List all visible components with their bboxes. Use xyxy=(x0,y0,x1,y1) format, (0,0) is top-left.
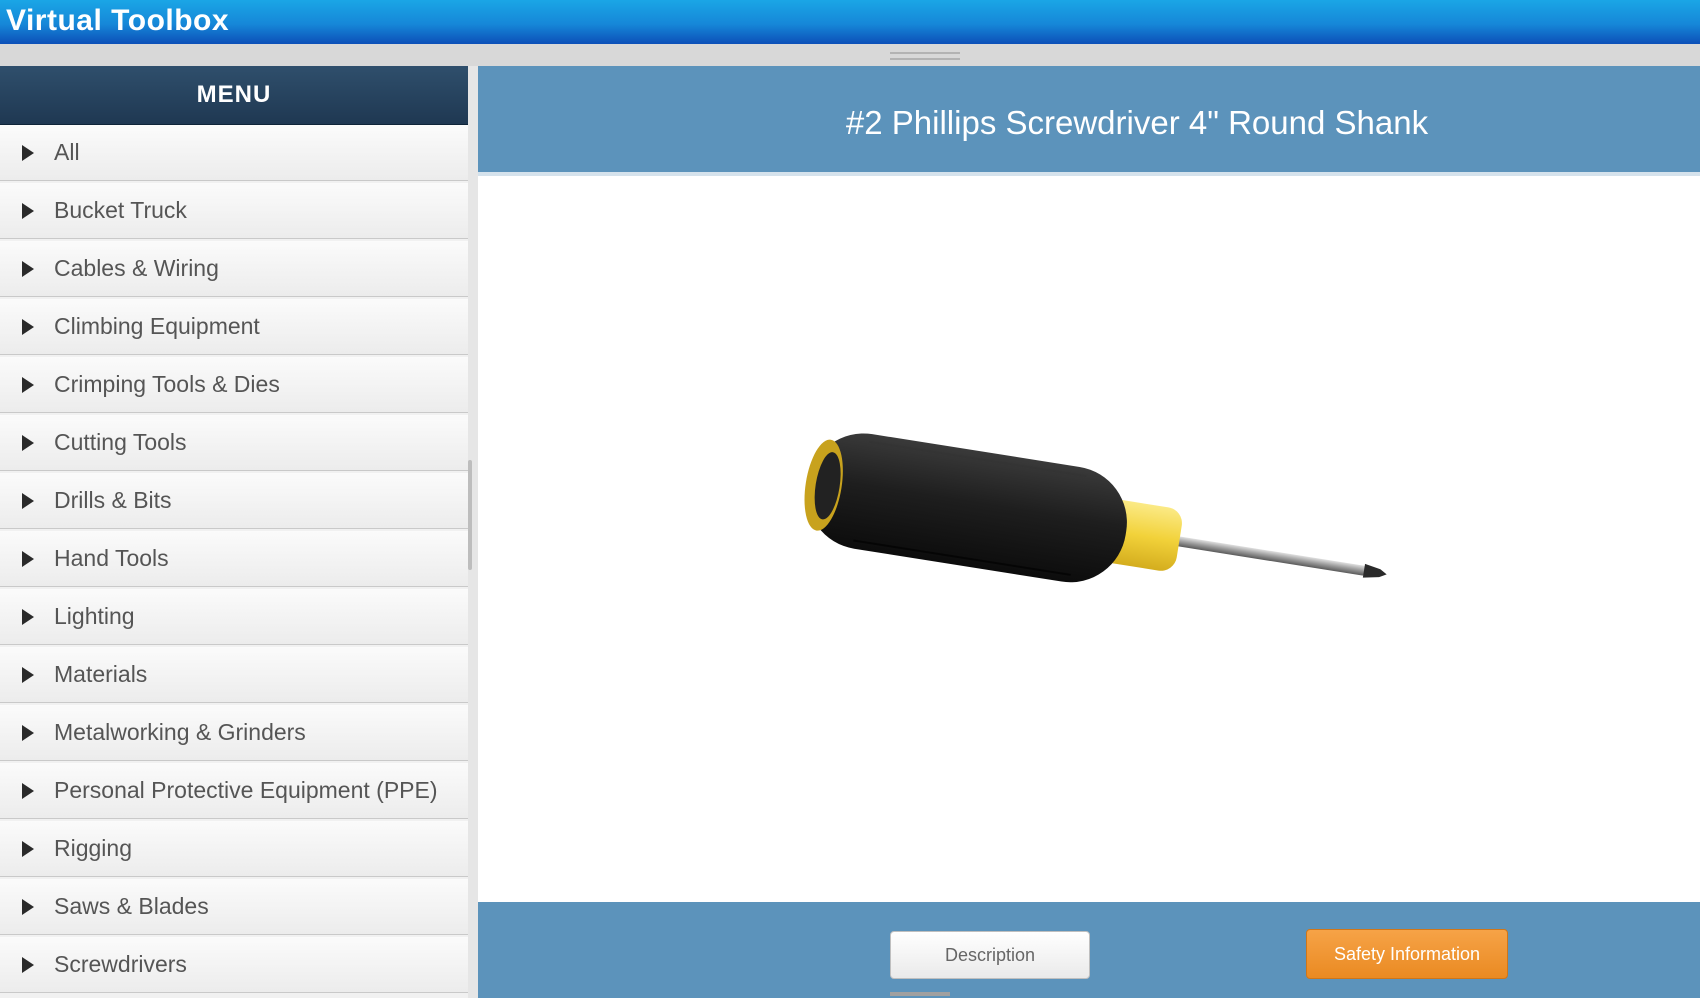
description-button[interactable]: Description xyxy=(890,931,1090,979)
menu-item-label: Rigging xyxy=(54,835,132,861)
arrow-right-icon xyxy=(22,608,34,625)
tool-title: #2 Phillips Screwdriver 4" Round Shank xyxy=(845,104,1429,141)
menu-item-label: Materials xyxy=(54,661,148,687)
resize-grip[interactable] xyxy=(890,52,960,60)
app-title-bar: Virtual Toolbox xyxy=(0,0,1700,44)
menu-item-label: Cables & Wiring xyxy=(54,255,219,281)
menu-item-hand-tools[interactable]: Hand Tools xyxy=(0,531,468,587)
menu-item-label: Lighting xyxy=(54,603,135,629)
arrow-right-icon xyxy=(22,956,34,973)
menu-item-all[interactable]: All xyxy=(0,125,468,181)
menu-header: MENU xyxy=(0,66,468,125)
menu-item-lighting[interactable]: Lighting xyxy=(0,589,468,645)
bottom-grip[interactable] xyxy=(890,992,950,996)
app-title: Virtual Toolbox xyxy=(6,4,230,37)
arrow-right-icon xyxy=(22,260,34,277)
menu-item-screwdrivers[interactable]: Screwdrivers xyxy=(0,937,468,993)
arrow-right-icon xyxy=(22,840,34,857)
menu-item-label: Saws & Blades xyxy=(54,893,209,919)
menu-item-label: Metalworking & Grinders xyxy=(54,719,306,745)
menu-item-drills-bits[interactable]: Drills & Bits xyxy=(0,473,468,529)
arrow-right-icon xyxy=(22,202,34,219)
menu-item-label: Screwdrivers xyxy=(54,951,187,977)
arrow-right-icon xyxy=(22,550,34,567)
menu-item-rigging[interactable]: Rigging xyxy=(0,821,468,877)
menu-item-cables-wiring[interactable]: Cables & Wiring xyxy=(0,241,468,297)
arrow-right-icon xyxy=(22,144,34,161)
tool-detail-panel: #2 Phillips Screwdriver 4" Round Shank D… xyxy=(478,66,1700,998)
sidebar-scrollbar[interactable] xyxy=(468,460,472,570)
menu-item-bucket-truck[interactable]: Bucket Truck xyxy=(0,183,468,239)
menu-item-ppe[interactable]: Personal Protective Equipment (PPE) xyxy=(0,763,468,819)
menu-item-label: Climbing Equipment xyxy=(54,313,260,339)
tool-header: #2 Phillips Screwdriver 4" Round Shank xyxy=(478,66,1700,176)
menu-item-label: Personal Protective Equipment (PPE) xyxy=(54,777,438,803)
menu-item-crimping-tools[interactable]: Crimping Tools & Dies xyxy=(0,357,468,413)
safety-information-button[interactable]: Safety Information xyxy=(1306,929,1508,979)
tool-actions-bar: Description Safety Information xyxy=(478,902,1700,998)
toolbar-strip xyxy=(0,44,1700,66)
arrow-right-icon xyxy=(22,318,34,335)
menu-item-label: All xyxy=(54,139,80,165)
tool-image-area xyxy=(478,180,1700,902)
arrow-right-icon xyxy=(22,898,34,915)
arrow-right-icon xyxy=(22,376,34,393)
arrow-right-icon xyxy=(22,492,34,509)
menu-item-climbing-equipment[interactable]: Climbing Equipment xyxy=(0,299,468,355)
menu-item-label: Hand Tools xyxy=(54,545,169,571)
arrow-right-icon xyxy=(22,724,34,741)
arrow-right-icon xyxy=(22,434,34,451)
screwdriver-icon xyxy=(804,433,1387,583)
sidebar-menu: MENU All Bucket Truck Cables & Wiring Cl… xyxy=(0,66,468,998)
arrow-right-icon xyxy=(22,666,34,683)
menu-item-label: Crimping Tools & Dies xyxy=(54,371,280,397)
menu-item-label: Drills & Bits xyxy=(54,487,172,513)
menu-list: All Bucket Truck Cables & Wiring Climbin… xyxy=(0,125,468,993)
arrow-right-icon xyxy=(22,782,34,799)
menu-item-cutting-tools[interactable]: Cutting Tools xyxy=(0,415,468,471)
menu-item-materials[interactable]: Materials xyxy=(0,647,468,703)
menu-item-label: Bucket Truck xyxy=(54,197,187,223)
menu-item-metalworking[interactable]: Metalworking & Grinders xyxy=(0,705,468,761)
menu-item-label: Cutting Tools xyxy=(54,429,187,455)
menu-item-saws-blades[interactable]: Saws & Blades xyxy=(0,879,468,935)
